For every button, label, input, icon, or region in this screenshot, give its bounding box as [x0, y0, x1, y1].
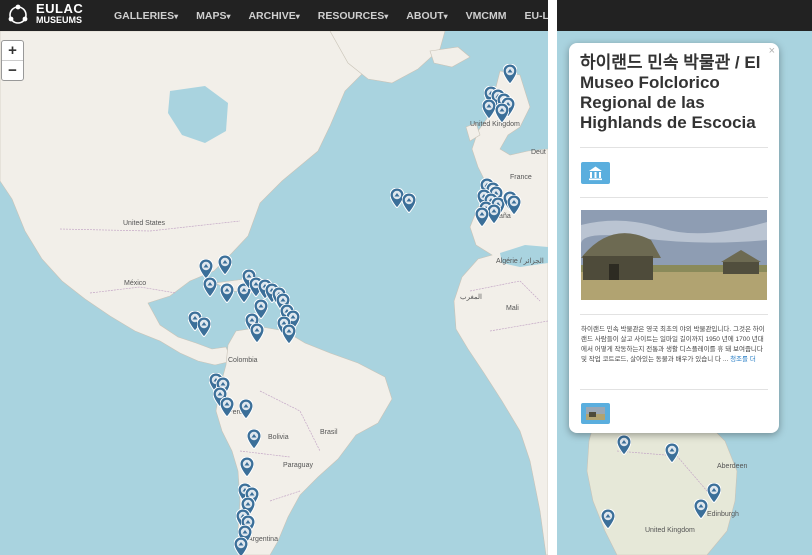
museum-marker-icon[interactable]: [707, 483, 721, 503]
map-label-algerie: Algérie / الجزائر: [496, 258, 544, 265]
museum-marker-icon[interactable]: [402, 193, 416, 213]
navbar: EULAC MUSEUMS GALLERIES▾ MAPS▾ ARCHIVE▾ RES…: [0, 0, 548, 31]
nav-item-label: ARCHIVE: [248, 9, 296, 22]
gallery-thumbnail-button[interactable]: [581, 403, 610, 424]
caret-down-icon: ▾: [384, 11, 389, 21]
museum-marker-icon[interactable]: [507, 195, 521, 215]
map-label-mali: Mali: [506, 305, 519, 312]
map-label-deutschland: Deut: [531, 149, 546, 156]
caret-down-icon: ▾: [174, 11, 179, 21]
map-label-maroc: المغرب: [460, 294, 482, 301]
nav-item-about[interactable]: ABOUT▾: [397, 10, 456, 22]
museum-marker-icon[interactable]: [482, 99, 496, 119]
museum-marker-icon[interactable]: [247, 429, 261, 449]
museum-marker-icon[interactable]: [250, 323, 264, 343]
museum-marker-icon[interactable]: [220, 283, 234, 303]
zoom-out-button[interactable]: −: [2, 60, 23, 80]
nav-item-label: RESOURCES: [317, 9, 385, 22]
museum-marker-icon[interactable]: [665, 443, 679, 463]
thatched-house-image: [581, 210, 767, 300]
nav-item-vmcmm[interactable]: VMCMM: [457, 10, 516, 22]
map-label-bolivia: Bolivia: [268, 434, 289, 441]
brand-name: EULAC MUSEUMS: [36, 1, 84, 26]
map-view-panel: EULAC MUSEUMS GALLERIES▾ MAPS▾ ARCHIVE▾ RES…: [0, 0, 548, 555]
museum-marker-icon[interactable]: [218, 255, 232, 275]
zoom-control: + −: [1, 40, 24, 81]
popup-description: 하이랜드 민속 박물관은 영국 최초의 야외 박물관입니다. 그것은 하이랜드 …: [581, 325, 769, 365]
nav-menu: GALLERIES▾ MAPS▾ ARCHIVE▾ RESOURCES▾ ABOUT▾ V…: [105, 0, 548, 31]
museum-marker-icon[interactable]: [240, 457, 254, 477]
logo-icon: [8, 4, 28, 24]
museum-marker-icon[interactable]: [282, 324, 296, 344]
caret-down-icon: ▾: [295, 11, 300, 21]
nav-item-label: GALLERIES: [114, 9, 175, 22]
brand-line-1: EULAC: [36, 1, 84, 16]
read-more-link[interactable]: 청조를 더: [730, 356, 756, 363]
museum-popup: × 하이랜드 민속 박물관 / El Museo Folclorico Regi…: [569, 43, 779, 433]
caret-down-icon: ▾: [226, 11, 231, 21]
nav-item-label: MAPS: [196, 9, 227, 22]
map-label-colombia: Colombia: [228, 357, 258, 364]
map-label-edinburgh: Edinburgh: [707, 511, 739, 518]
divider: [580, 389, 768, 390]
caret-down-icon: ▾: [443, 11, 448, 21]
museum-marker-icon[interactable]: [503, 64, 517, 84]
popup-title: 하이랜드 민속 박물관 / El Museo Folclorico Region…: [580, 53, 761, 132]
nav-item-archive[interactable]: ARCHIVE▾: [239, 10, 308, 22]
world-map[interactable]: United Kingdom France Deut España United…: [0, 31, 548, 555]
museum-marker-icon[interactable]: [234, 537, 248, 555]
divider: [580, 314, 768, 315]
map-label-argentina: Argentina: [248, 536, 278, 543]
nav-item-maps[interactable]: MAPS▾: [187, 10, 239, 22]
map-label-paraguay: Paraguay: [283, 462, 313, 469]
zoom-in-button[interactable]: +: [2, 41, 23, 60]
site-logo[interactable]: EULAC MUSEUMS: [6, 2, 83, 29]
map-label-mexico: México: [124, 280, 147, 287]
map-label-aberdeen: Aberdeen: [717, 463, 748, 470]
museum-marker-icon[interactable]: [487, 204, 501, 224]
museum-building-icon: [589, 166, 602, 181]
photo-thumbnail-icon: [586, 407, 605, 420]
map-label-united-kingdom-right: United Kingdom: [645, 527, 695, 534]
divider: [580, 147, 768, 148]
map-label-brasil: Brasil: [320, 429, 338, 436]
brand-line-2: MUSEUMS: [36, 15, 83, 25]
museum-marker-icon[interactable]: [197, 317, 211, 337]
map-popup-panel: Aberdeen Edinburgh United Kingdom × 하이랜드…: [557, 0, 812, 555]
museum-photo[interactable]: [581, 210, 767, 300]
museum-marker-icon[interactable]: [220, 397, 234, 417]
nav-item-eu-lac[interactable]: EU-LAC: [515, 10, 548, 22]
museum-marker-icon[interactable]: [199, 259, 213, 279]
museum-marker-icon[interactable]: [495, 103, 509, 123]
map-label-united-states: United States: [123, 220, 166, 227]
nav-item-galleries[interactable]: GALLERIES▾: [105, 10, 187, 22]
navbar-right: [557, 0, 812, 31]
museum-marker-icon[interactable]: [694, 499, 708, 519]
nav-item-label: EU-LAC: [524, 9, 548, 22]
museum-marker-icon[interactable]: [617, 435, 631, 455]
museum-marker-icon[interactable]: [475, 207, 489, 227]
museum-marker-icon[interactable]: [203, 277, 217, 297]
map-label-france: France: [510, 174, 532, 181]
nav-item-label: VMCMM: [465, 9, 507, 22]
nav-item-label: ABOUT: [406, 9, 444, 22]
nav-item-resources[interactable]: RESOURCES▾: [309, 10, 398, 22]
divider: [580, 197, 768, 198]
museum-marker-icon[interactable]: [601, 509, 615, 529]
museum-category-button[interactable]: [581, 162, 610, 184]
museum-marker-icon[interactable]: [239, 399, 253, 419]
